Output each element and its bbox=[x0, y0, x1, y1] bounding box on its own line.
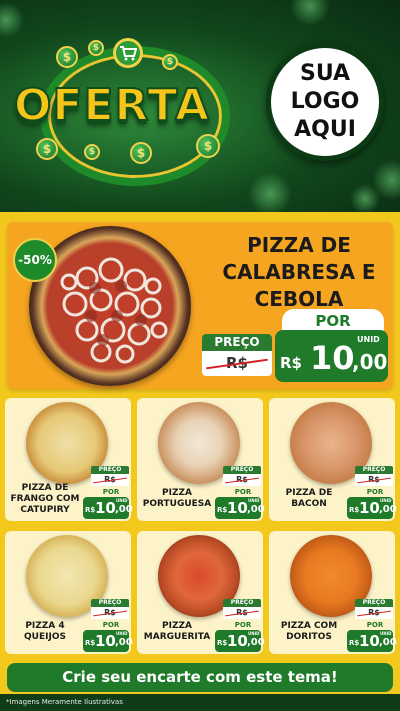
sale-price-box: R$ 10 UNID ,00 bbox=[275, 330, 388, 382]
preco-label: PREÇO bbox=[202, 334, 272, 351]
disclaimer-text: *Imagens Meramente Ilustrativas bbox=[0, 694, 400, 711]
shopping-cart-icon bbox=[113, 38, 143, 68]
preco-label: PREÇO bbox=[355, 599, 393, 607]
old-price-box: PREÇO R$ 20,00 bbox=[355, 599, 393, 619]
old-price-box: PREÇO R$ 20,00 bbox=[223, 466, 261, 486]
product-name: PIZZA MARGUERITA bbox=[143, 621, 211, 642]
price-cents: ,00 bbox=[115, 504, 133, 515]
logo-text-line: SUA bbox=[299, 61, 351, 86]
featured-name-line: CALABRESA E bbox=[222, 260, 376, 284]
price-unit: UNID bbox=[357, 335, 380, 344]
dollar-coin-icon: $ bbox=[56, 46, 78, 68]
sale-price-box: R$ 10 UNID ,00 bbox=[347, 497, 397, 519]
price-currency: R$ bbox=[85, 506, 96, 514]
product-name: PIZZA 4 QUEIJOS bbox=[24, 621, 66, 642]
cta-banner[interactable]: Crie seu encarte com este tema! bbox=[7, 663, 393, 692]
product-card: PIZZA COM DORITOS PREÇO R$ 20,00 POR R$ … bbox=[269, 531, 397, 654]
por-label: POR bbox=[234, 621, 252, 629]
price-cents: ,00 bbox=[247, 504, 265, 515]
dollar-coin-icon: $ bbox=[130, 142, 152, 164]
sale-price-box: R$ 10 UNID ,00 bbox=[215, 630, 265, 652]
price-unit: UNID bbox=[116, 631, 128, 636]
featured-product: -50% PIZZA DE CALABRESA E CEBOLA POR PRE… bbox=[7, 222, 393, 389]
product-name: PIZZA COM DORITOS bbox=[280, 621, 338, 642]
price-cents: ,00 bbox=[379, 637, 397, 648]
sale-price-box: R$ 10 UNID ,00 bbox=[83, 497, 133, 519]
oferta-title: OFERTA bbox=[13, 79, 211, 132]
old-price: R$ 20,00 bbox=[355, 474, 393, 486]
preco-label: PREÇO bbox=[91, 466, 129, 474]
dollar-coin-icon: $ bbox=[36, 138, 58, 160]
dollar-coin-icon: $ bbox=[88, 40, 104, 56]
price-currency: R$ bbox=[349, 506, 360, 514]
old-price-box: PREÇO R$ 20,00 bbox=[355, 466, 393, 486]
bokeh-light bbox=[248, 172, 292, 212]
dollar-coin-icon: $ bbox=[162, 54, 178, 70]
price-unit: UNID bbox=[116, 498, 128, 503]
old-price-box: PREÇO R$ 20,00 bbox=[91, 466, 129, 486]
dollar-coin-icon: $ bbox=[196, 134, 220, 158]
price-integer: 10 bbox=[359, 632, 380, 650]
logo-placeholder: SUA LOGO AQUI bbox=[266, 43, 384, 161]
product-card: PIZZA DE FRANGO COM CATUPIRY PREÇO R$ 20… bbox=[5, 398, 133, 521]
por-label: POR bbox=[234, 488, 252, 496]
old-price-box: PREÇO R$ 20,00 bbox=[223, 599, 261, 619]
bokeh-light bbox=[0, 2, 24, 38]
price-integer: 10 bbox=[227, 499, 248, 517]
por-label: POR bbox=[366, 621, 384, 629]
featured-name-line: PIZZA DE bbox=[247, 233, 351, 257]
old-price-box: PREÇO R$ 20,00 bbox=[91, 599, 129, 619]
price-integer: 10 bbox=[359, 499, 380, 517]
preco-label: PREÇO bbox=[355, 466, 393, 474]
por-label: POR bbox=[102, 488, 120, 496]
price-unit: UNID bbox=[248, 498, 260, 503]
old-price: R$ 20,00 bbox=[355, 607, 393, 619]
por-label: POR bbox=[102, 621, 120, 629]
featured-product-name: PIZZA DE CALABRESA E CEBOLA bbox=[207, 232, 391, 313]
price-cents: ,00 bbox=[247, 637, 265, 648]
product-card: PIZZA PORTUGUESA PREÇO R$ 20,00 POR R$ 1… bbox=[137, 398, 265, 521]
old-price: R$ 20,00 bbox=[202, 351, 272, 376]
product-name: PIZZA DE BACON bbox=[285, 488, 333, 509]
product-card: PIZZA 4 QUEIJOS PREÇO R$ 20,00 POR R$ 10… bbox=[5, 531, 133, 654]
price-unit: UNID bbox=[380, 498, 392, 503]
logo-text-line: LOGO bbox=[290, 89, 360, 114]
sale-price-box: R$ 10 UNID ,00 bbox=[83, 630, 133, 652]
price-currency: R$ bbox=[217, 639, 228, 647]
product-card: PIZZA DE BACON PREÇO R$ 20,00 POR R$ 10 … bbox=[269, 398, 397, 521]
logo-text-line: AQUI bbox=[294, 117, 356, 142]
price-integer: 10 bbox=[95, 632, 116, 650]
price-integer: 10 bbox=[227, 632, 248, 650]
old-price: R$ 20,00 bbox=[91, 607, 129, 619]
bokeh-light bbox=[350, 184, 380, 212]
price-cents: ,00 bbox=[352, 350, 388, 374]
price-currency: R$ bbox=[349, 639, 360, 647]
price-currency: R$ bbox=[85, 639, 96, 647]
price-integer: 10 bbox=[310, 339, 355, 377]
sale-price-box: R$ 10 UNID ,00 bbox=[347, 630, 397, 652]
preco-label: PREÇO bbox=[223, 599, 261, 607]
old-price: R$ 20,00 bbox=[223, 607, 261, 619]
header-banner: $ $ $ $ $ $ $ OFERTA SUA LOGO AQUI bbox=[0, 0, 400, 212]
product-name: PIZZA DE FRANGO COM CATUPIRY bbox=[10, 482, 80, 515]
dollar-coin-icon: $ bbox=[84, 144, 100, 160]
discount-badge: -50% bbox=[13, 238, 57, 282]
price-unit: UNID bbox=[248, 631, 260, 636]
price-unit: UNID bbox=[380, 631, 392, 636]
price-currency: R$ bbox=[280, 354, 302, 372]
sale-price-box: R$ 10 UNID ,00 bbox=[215, 497, 265, 519]
product-card: PIZZA MARGUERITA PREÇO R$ 20,00 POR R$ 1… bbox=[137, 531, 265, 654]
old-price: R$ 20,00 bbox=[223, 474, 261, 486]
price-integer: 10 bbox=[95, 499, 116, 517]
price-currency: R$ bbox=[217, 506, 228, 514]
por-label: POR bbox=[366, 488, 384, 496]
old-price-box: PREÇO R$ 20,00 bbox=[202, 334, 272, 376]
price-cents: ,00 bbox=[379, 504, 397, 515]
old-price: R$ 20,00 bbox=[91, 474, 129, 486]
preco-label: PREÇO bbox=[91, 599, 129, 607]
price-cents: ,00 bbox=[115, 637, 133, 648]
bokeh-light bbox=[290, 0, 330, 26]
preco-label: PREÇO bbox=[223, 466, 261, 474]
product-name: PIZZA PORTUGUESA bbox=[142, 488, 212, 509]
